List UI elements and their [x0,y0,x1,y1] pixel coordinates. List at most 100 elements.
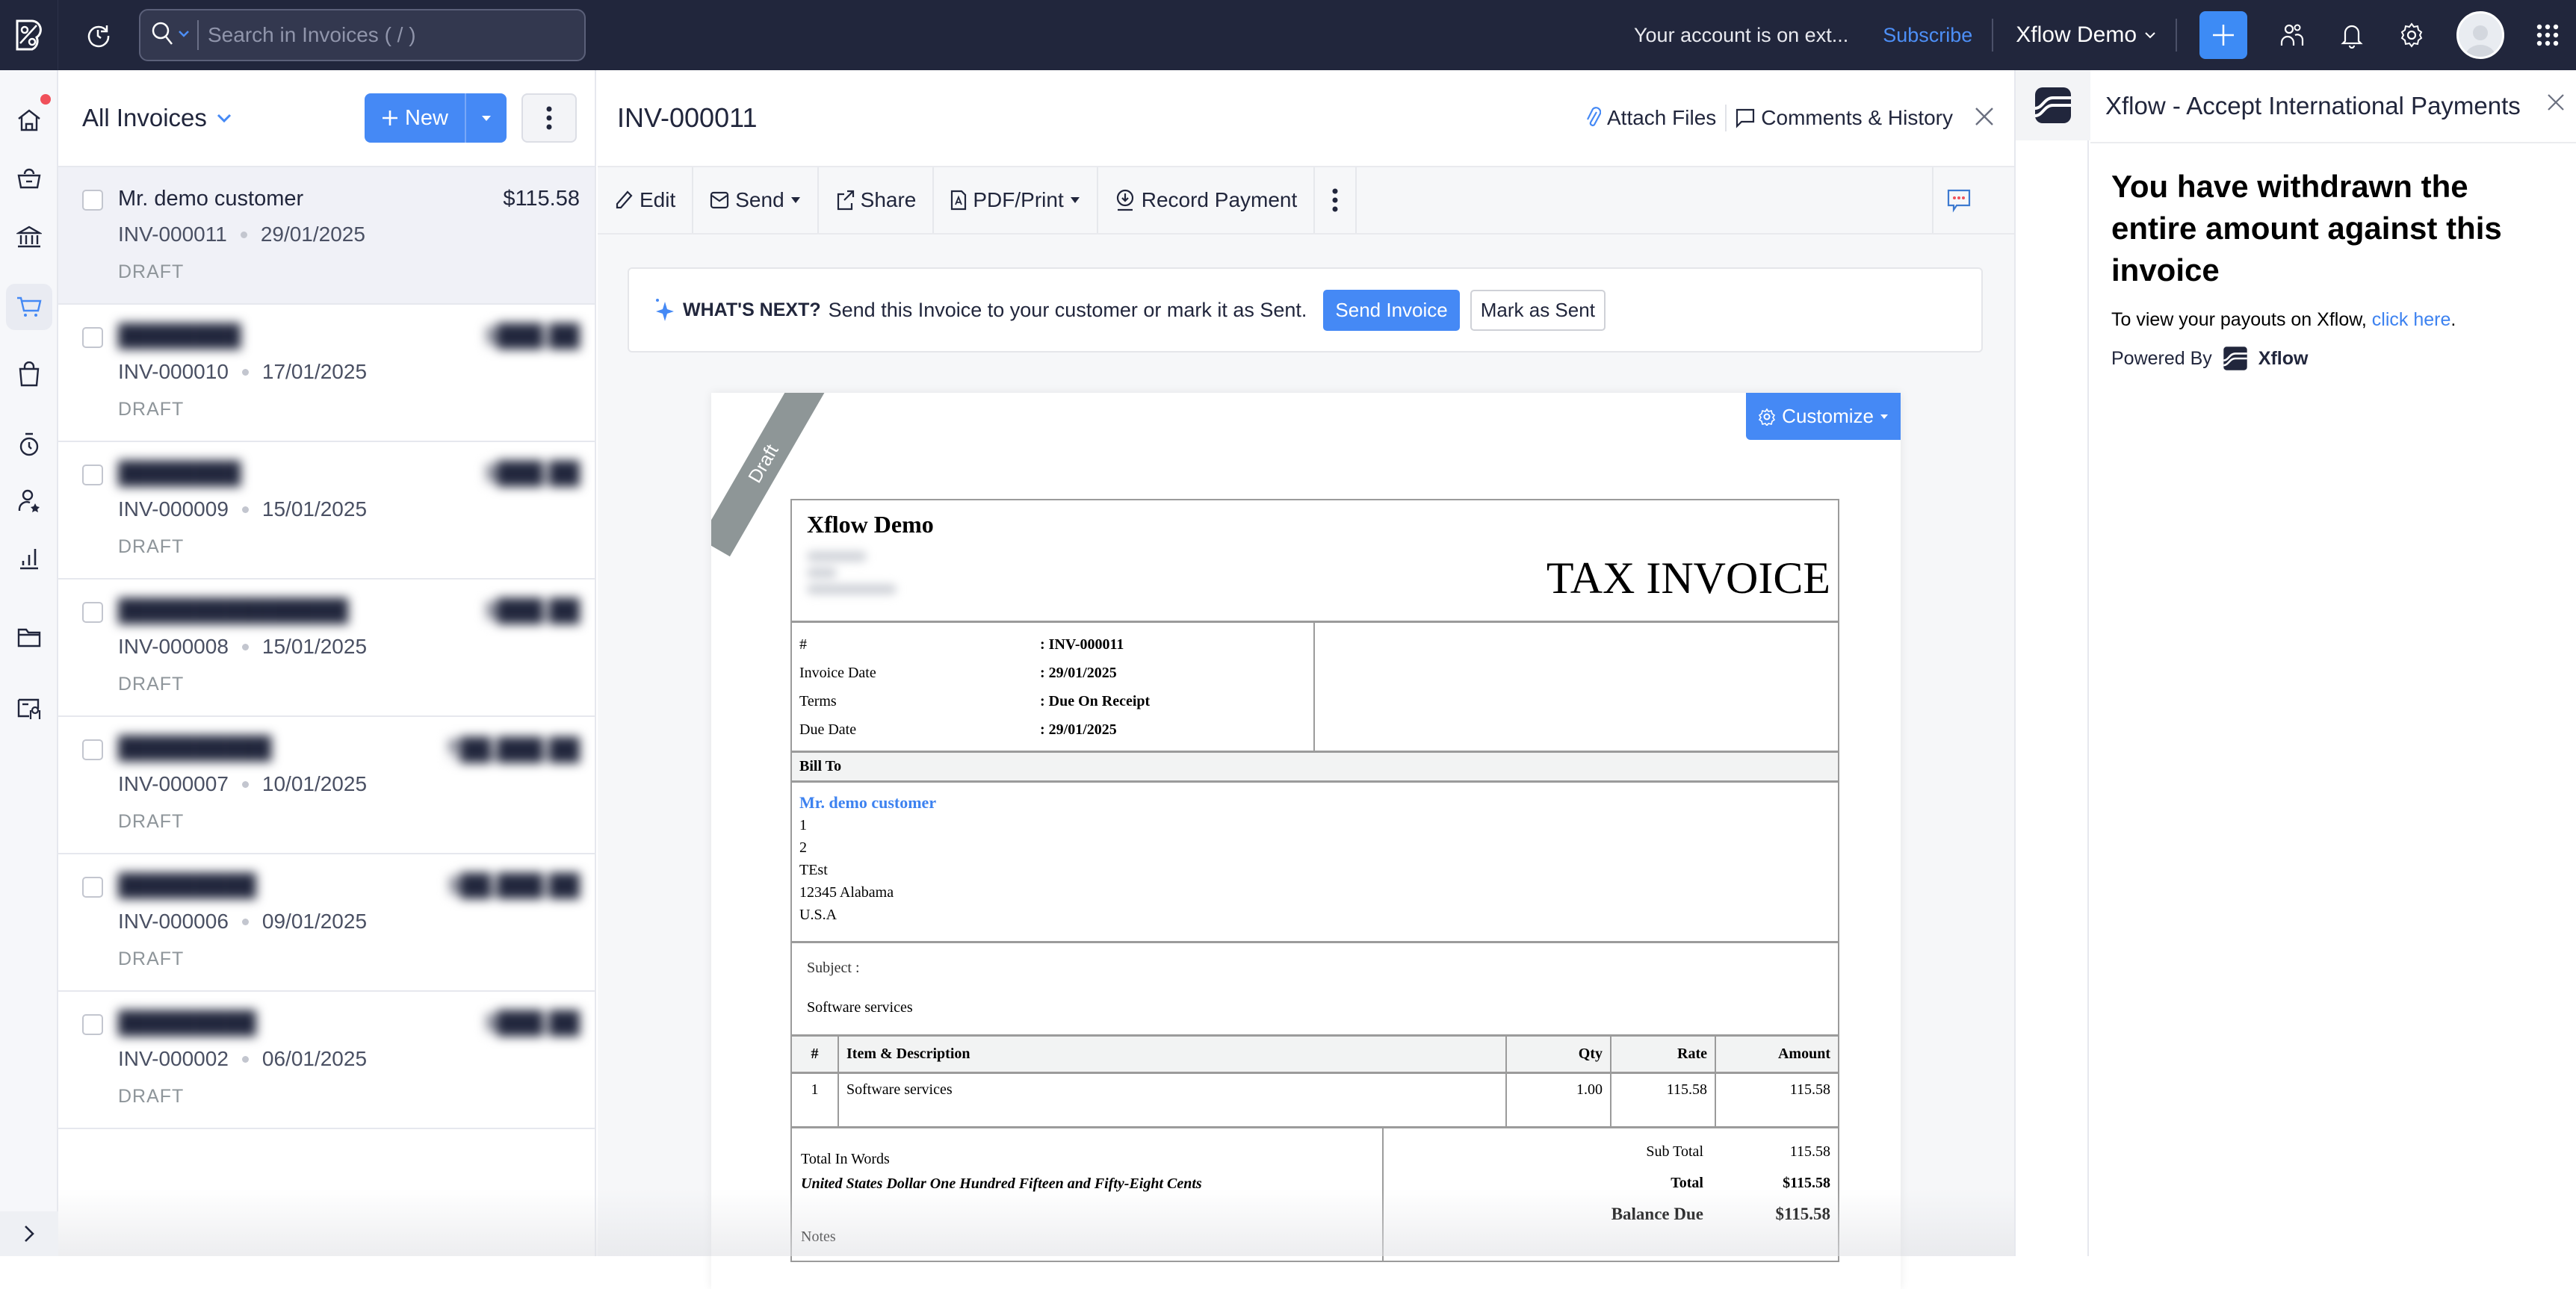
customer-address: 12TEst12345 AlabamaU.S.A [799,814,1830,926]
row-checkbox[interactable] [82,1014,103,1035]
search-scope-chevron-icon[interactable] [178,28,190,42]
chat-bubble-icon[interactable] [1932,167,1984,233]
new-invoice-button[interactable]: New [365,93,465,143]
withdrawn-headline: You have withdrawn the entire amount aga… [2111,166,2555,291]
invoice-list-item[interactable]: Mr. demo customer $115.58 INV-00001129/0… [58,167,595,305]
time-tracking-icon[interactable] [6,421,52,468]
pencil-icon [614,190,634,211]
settings-gear-icon[interactable] [2397,20,2427,50]
new-label: New [405,106,448,131]
pdf-icon [950,190,967,211]
invoice-list-item[interactable]: █████████ $██,███.██ INV-00000609/01/202… [58,854,595,992]
row-checkbox[interactable] [82,739,103,760]
row-checkbox[interactable] [82,327,103,348]
user-avatar[interactable] [2456,11,2504,59]
notifications-bell-icon[interactable] [2337,20,2367,50]
payout-click-here-link[interactable]: click here [2372,309,2451,330]
account-notice: Your account is on ext... [1634,24,1848,47]
search-icon[interactable] [151,21,173,50]
search-input[interactable] [208,23,566,47]
paperclip-icon [1586,106,1601,130]
documents-folder-icon[interactable] [6,614,52,660]
new-dropdown-button[interactable] [465,93,507,143]
column-header: # [792,1037,838,1072]
meta-row: #: INV-000011 [799,630,1306,659]
caret-down-icon [1880,414,1889,420]
purchases-bag-icon[interactable] [6,351,52,397]
quick-create-button[interactable] [2199,11,2247,59]
line-item-row: 1Software services1.00115.58115.58 [792,1072,1838,1126]
org-address-redacted [802,545,907,617]
invoice-list-item[interactable]: █████████ $███.██ INV-00000206/01/2025 D… [58,992,595,1129]
invoice-list-item[interactable]: ████████ $███.██ INV-00000915/01/2025 DR… [58,442,595,580]
line-item-n: 1 [792,1072,838,1126]
attach-files-button[interactable]: Attach Files [1586,106,1716,130]
row-checkbox[interactable] [82,877,103,898]
search-box[interactable] [139,9,586,61]
list-more-options-button[interactable] [521,93,577,143]
sales-cart-icon[interactable] [6,284,52,330]
total-in-words-label: Total In Words [801,1151,1373,1168]
send-button[interactable]: Send [693,167,818,233]
org-switcher[interactable]: Xflow Demo [2016,22,2156,48]
status-badge: DRAFT [118,674,184,695]
list-view-selector[interactable]: All Invoices [82,104,232,132]
home-icon[interactable] [6,97,52,143]
more-apps-icon[interactable] [6,686,52,732]
invoice-number: INV-000006 [118,910,229,934]
more-actions-button[interactable] [1315,167,1357,233]
app-logo-icon[interactable] [0,0,58,70]
share-button[interactable]: Share [819,167,935,233]
line-item-rate: 115.58 [1611,1072,1715,1126]
record-payment-button[interactable]: Record Payment [1098,167,1316,233]
caret-down-icon [480,114,492,122]
total-value: $115.58 [1741,1175,1838,1192]
subscribe-link[interactable]: Subscribe [1883,24,1972,47]
pdf-print-button[interactable]: PDF/Print [934,167,1097,233]
divider [1725,105,1727,131]
meta-right-blank [1315,623,1838,751]
address-line: 2 [799,836,1830,859]
reports-icon[interactable] [6,535,52,581]
invoice-list-item[interactable]: ████████ $███.██ INV-00001017/01/2025 DR… [58,305,595,442]
row-checkbox[interactable] [82,465,103,485]
invoice-list-item[interactable]: ██████████ ₹██,███.██ INV-00000710/01/20… [58,717,595,854]
bullet-separator [242,506,249,513]
subject-label: Subject : [807,960,1823,977]
left-nav [0,70,58,1256]
send-invoice-button[interactable]: Send Invoice [1323,290,1459,331]
customer-name: ███████████████ [118,599,348,624]
invoice-meta-line: INV-00001129/01/2025 [118,223,365,246]
invoice-amount: $115.58 [503,187,580,211]
status-badge: DRAFT [118,1086,184,1108]
edit-button[interactable]: Edit [598,167,693,233]
status-badge: DRAFT [118,399,184,420]
meta-key: Terms [799,693,1040,710]
accountant-icon[interactable] [6,478,52,524]
app-grid-icon[interactable] [2533,20,2563,50]
close-detail-icon[interactable] [1974,106,1995,131]
recent-history-icon[interactable] [58,0,139,70]
payout-text: To view your payouts on Xflow, click her… [2111,309,2555,331]
customer-name: █████████ [118,874,256,898]
invoice-list-item[interactable]: ███████████████ $███.██ INV-00000815/01/… [58,580,595,717]
mark-as-sent-button[interactable]: Mark as Sent [1470,290,1606,331]
close-panel-icon[interactable] [2546,90,2566,118]
items-basket-icon[interactable] [6,155,52,202]
expand-sidebar-button[interactable] [0,1211,58,1256]
invoice-toolbar: Edit Send Share PDF/Print Record Payment [598,167,2014,234]
comments-history-button[interactable]: Comments & History [1736,106,1953,130]
row-checkbox[interactable] [82,190,103,211]
users-icon[interactable] [2277,20,2307,50]
total-in-words: United States Dollar One Hundred Fifteen… [801,1175,1373,1193]
customer-name-link[interactable]: Mr. demo customer [799,792,1830,814]
invoice-preview: Draft Customize Xflow Demo TAX INVOICE #… [711,393,1901,1289]
customize-button[interactable]: Customize [1746,393,1901,440]
plus-icon [2211,22,2236,48]
banking-icon[interactable] [6,214,52,260]
invoice-doc-title: TAX INVOICE [1546,553,1830,604]
invoice-number: INV-000007 [118,772,229,796]
meta-key: Invoice Date [799,665,1040,682]
xflow-logo-icon[interactable] [2016,70,2090,140]
row-checkbox[interactable] [82,602,103,623]
